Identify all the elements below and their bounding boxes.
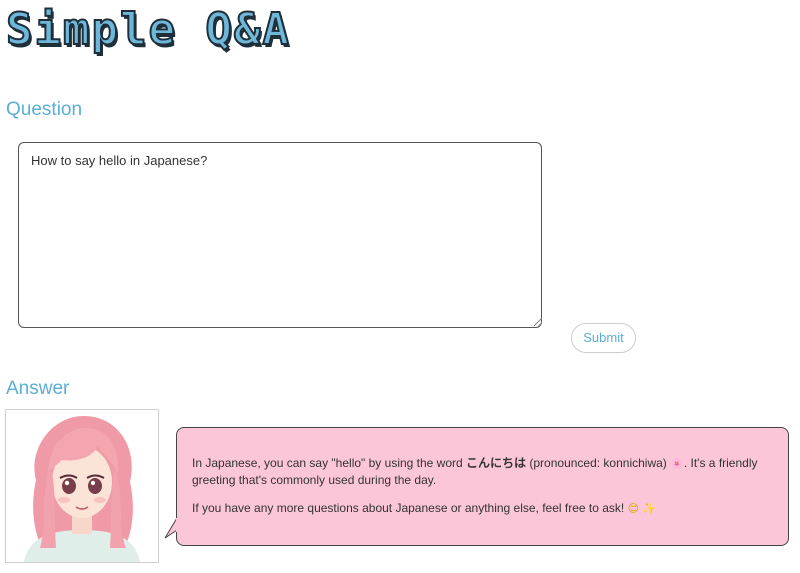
anime-girl-avatar-icon xyxy=(6,410,158,562)
speech-bubble-tail-icon xyxy=(164,518,178,539)
answer-paragraph-2: If you have any more questions about Jap… xyxy=(192,500,774,517)
japanese-word: こんにちは xyxy=(466,456,527,470)
avatar xyxy=(5,409,159,563)
answer-paragraph-1: In Japanese, you can say "hello" by usin… xyxy=(192,455,774,489)
answer-text: In Japanese, you can say "hello" by usin… xyxy=(192,456,467,470)
resize-grip-icon[interactable] xyxy=(534,318,542,326)
sparkles-icon: ✨ xyxy=(642,502,657,515)
question-heading: Question xyxy=(6,99,83,120)
answer-text: If you have any more questions about Jap… xyxy=(192,501,628,515)
answer-text: (pronounced: konnichiwa) xyxy=(526,456,671,470)
smiling-face-icon: 😊 xyxy=(627,502,640,515)
answer-bubble: In Japanese, you can say "hello" by usin… xyxy=(176,427,789,546)
answer-heading: Answer xyxy=(6,378,70,399)
app-logo: Simple Q&A xyxy=(5,3,291,56)
cherry-blossom-icon: 🌸 xyxy=(670,457,684,470)
question-input[interactable]: How to say hello in Japanese? xyxy=(18,142,542,328)
submit-button[interactable]: Submit xyxy=(571,323,636,353)
